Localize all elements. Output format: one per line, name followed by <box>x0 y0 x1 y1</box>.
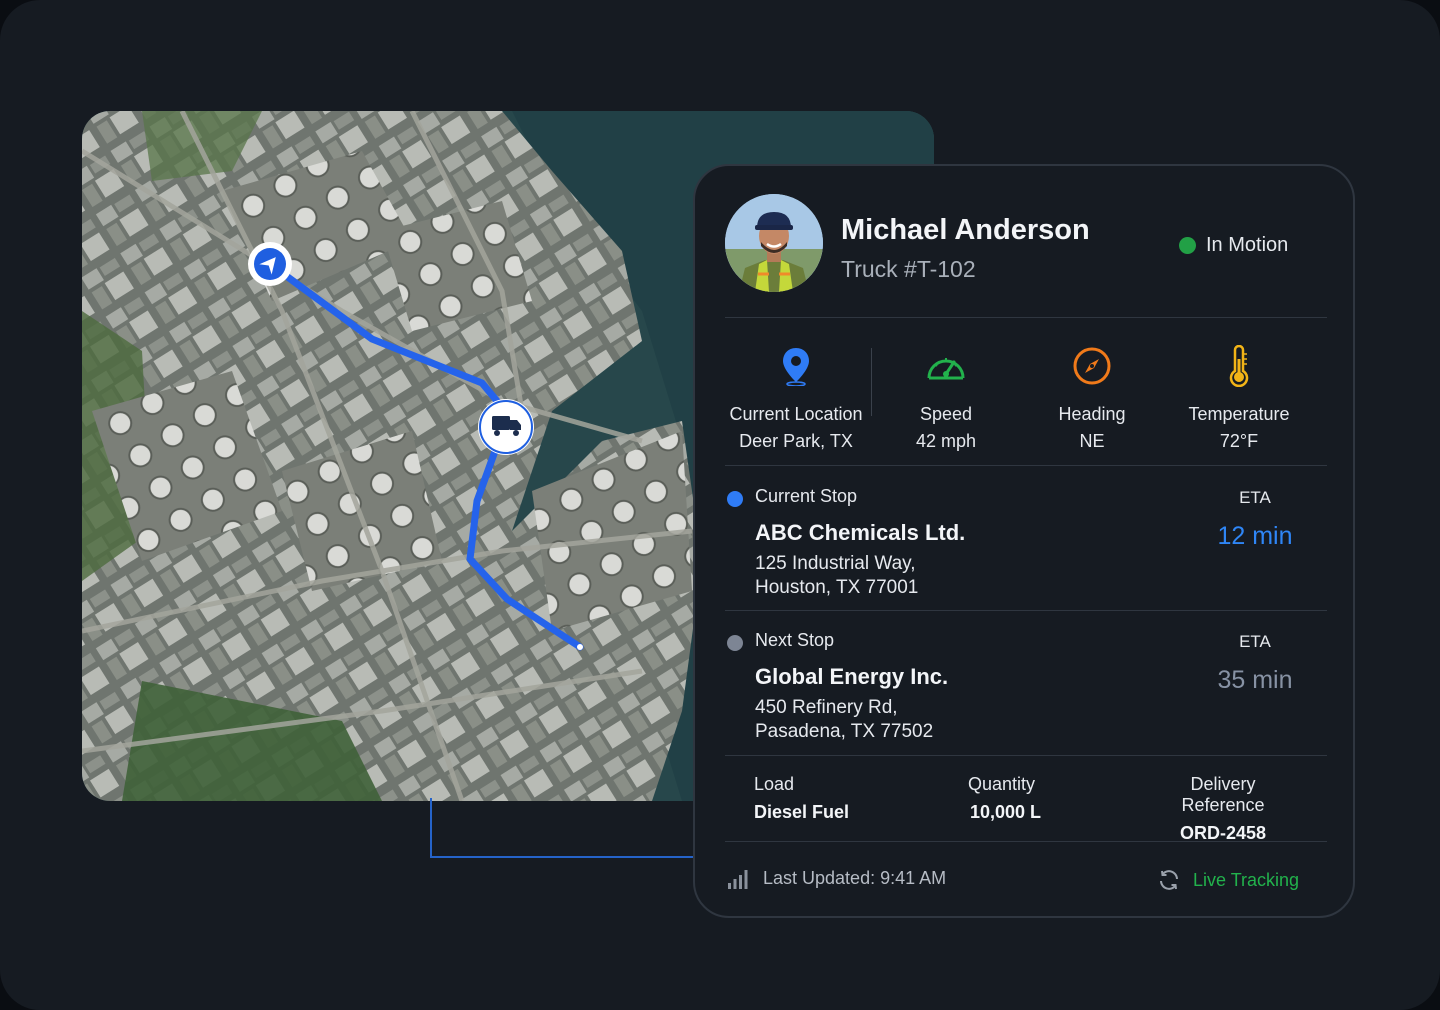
metric-label: Heading <box>1058 404 1126 424</box>
metric-temperature: Temperature 72°F <box>1159 344 1319 452</box>
compass-icon <box>1073 347 1111 385</box>
quantity-info: Quantity 10,000 L <box>968 774 1041 823</box>
divider <box>725 841 1327 842</box>
metric-label: Temperature <box>1188 404 1290 424</box>
truck-id: Truck #T-102 <box>841 256 976 282</box>
metric-value: NE <box>1079 431 1105 451</box>
stop-name: ABC Chemicals Ltd. <box>755 520 966 545</box>
address-line: 125 Industrial Way, <box>755 553 916 574</box>
status-dot-icon <box>1179 237 1196 254</box>
current-stop[interactable]: Current Stop ABC Chemicals Ltd. 125 Indu… <box>725 486 1327 606</box>
eta-value: 12 min <box>1217 522 1293 550</box>
navigation-arrow-icon[interactable] <box>248 242 292 286</box>
live-tracking-label: Live Tracking <box>1193 869 1300 890</box>
address-line: Houston, TX 77001 <box>755 577 919 598</box>
eta-label: ETA <box>1239 488 1271 507</box>
current-stop-dot-icon <box>727 491 743 507</box>
load-info: Load Diesel Fuel <box>754 774 849 823</box>
quantity-value: 10,000 L <box>970 802 1042 822</box>
divider <box>725 755 1327 756</box>
eta-label: ETA <box>1239 632 1271 651</box>
address-line: 450 Refinery Rd, <box>755 697 898 718</box>
live-tracking-button[interactable]: Live Tracking <box>1157 868 1299 892</box>
tracking-card: Michael Anderson Truck #T-102 In Motion … <box>693 164 1355 918</box>
load-label: Load <box>754 774 795 794</box>
metric-speed: Speed 42 mph <box>866 344 1026 452</box>
divider <box>725 610 1327 611</box>
stop-name: Global Energy Inc. <box>755 664 949 689</box>
map-card-connector <box>430 798 732 858</box>
driver-avatar <box>725 194 823 292</box>
metric-label: Speed <box>919 404 973 424</box>
eta-value: 35 min <box>1217 666 1293 694</box>
next-stop-dot-icon <box>727 635 743 651</box>
last-updated-text: Last Updated: 9:41 AM <box>763 868 947 888</box>
status-label: In Motion <box>1206 234 1289 256</box>
metric-value: 72°F <box>1219 431 1259 451</box>
signal-bars-icon <box>728 869 748 889</box>
address-line: Pasadena, TX 77502 <box>755 721 934 742</box>
metric-label: Current Location <box>729 404 863 424</box>
divider <box>725 317 1327 318</box>
stop-address: 450 Refinery Rd, Pasadena, TX 77502 <box>755 696 933 744</box>
quantity-label: Quantity <box>968 774 1036 794</box>
last-updated: Last Updated: 9:41 AM <box>727 868 946 889</box>
load-value: Diesel Fuel <box>754 802 850 822</box>
stop-label: Current Stop <box>755 486 858 506</box>
reference-label: Delivery Reference <box>1181 774 1265 815</box>
truck-icon[interactable] <box>478 399 534 455</box>
metric-location: Current Location Deer Park, TX <box>716 344 876 452</box>
driver-name: Michael Anderson <box>841 214 1090 246</box>
reference-info: Delivery Reference ORD-2458 <box>1148 774 1298 844</box>
next-stop[interactable]: Next Stop Global Energy Inc. 450 Refiner… <box>725 630 1327 750</box>
metric-value: 42 mph <box>915 431 977 451</box>
thermometer-icon <box>1229 345 1249 387</box>
metric-value: Deer Park, TX <box>739 431 853 451</box>
location-pin-icon <box>783 348 809 386</box>
metric-heading: Heading NE <box>1012 344 1172 452</box>
app-frame: Michael Anderson Truck #T-102 In Motion … <box>0 0 1440 1010</box>
status-badge: In Motion <box>1179 234 1288 257</box>
stop-label: Next Stop <box>755 630 835 650</box>
stop-address: 125 Industrial Way, Houston, TX 77001 <box>755 552 918 600</box>
divider <box>725 465 1327 466</box>
refresh-icon <box>1160 870 1178 890</box>
speedometer-icon <box>927 358 965 380</box>
